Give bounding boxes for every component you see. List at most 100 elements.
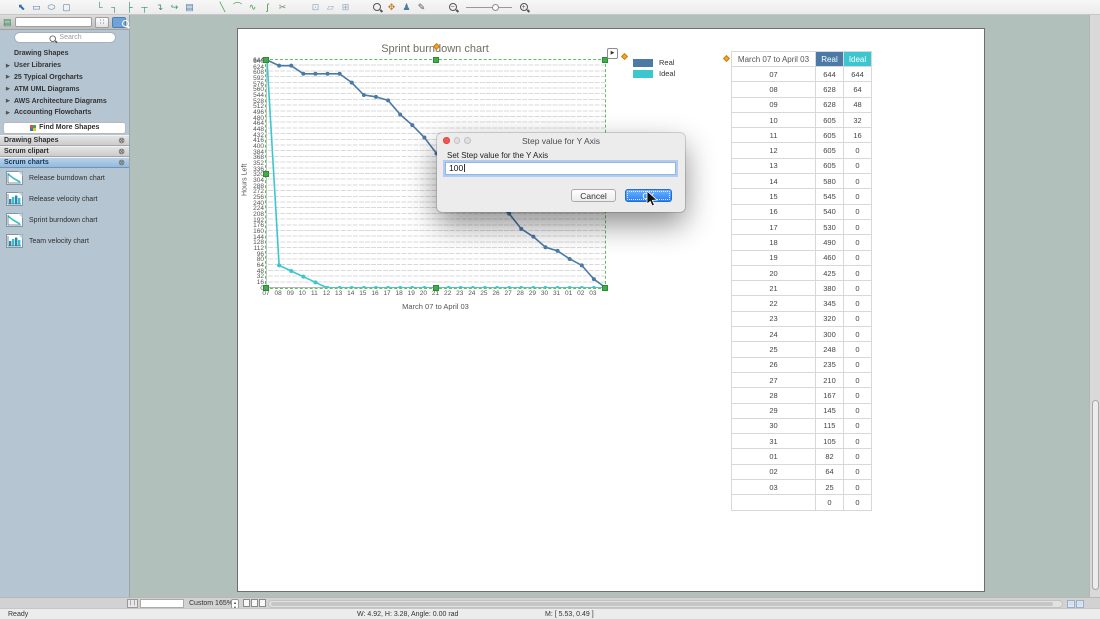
- table-row[interactable]: 03 25 0: [731, 479, 872, 496]
- skew-tool-icon[interactable]: ▱: [323, 1, 338, 14]
- scroll-right-button[interactable]: ∷: [1076, 599, 1084, 608]
- shape-item-release-velocity-chart[interactable]: Release velocity chart: [0, 189, 129, 210]
- library-title-field[interactable]: [14, 17, 92, 27]
- zoom-in-icon[interactable]: +: [518, 1, 531, 14]
- library-section-drawing-shapes[interactable]: Drawing Shapes ⊗: [0, 134, 129, 146]
- table-row[interactable]: 09 628 48: [731, 96, 872, 113]
- pencil-tool-icon[interactable]: ✎: [414, 1, 429, 14]
- zoom-tool-icon[interactable]: [371, 1, 384, 14]
- table-row[interactable]: 22 345 0: [731, 295, 872, 312]
- connector-elbow-icon[interactable]: ┐: [107, 1, 122, 14]
- table-row[interactable]: 15 545 0: [731, 188, 872, 205]
- table-row[interactable]: 16 540 0: [731, 203, 872, 220]
- close-section-icon[interactable]: ⊗: [118, 147, 125, 156]
- connector-tree-icon[interactable]: ├: [122, 1, 137, 14]
- table-row[interactable]: 25 248 0: [731, 341, 872, 358]
- select-tool-icon[interactable]: ⬉: [14, 1, 29, 14]
- close-section-icon[interactable]: ⊗: [118, 158, 125, 167]
- spline-tool-icon[interactable]: ∿: [245, 1, 260, 14]
- disclosure-triangle-icon[interactable]: ▶: [6, 110, 14, 116]
- legend-control-point[interactable]: [620, 52, 629, 61]
- table-row[interactable]: 12 605 0: [731, 142, 872, 159]
- library-tree-item[interactable]: ▶ AWS Architecture Diagrams: [0, 95, 129, 107]
- stamp-tool-icon[interactable]: ♟: [399, 1, 414, 14]
- table-row[interactable]: 18 490 0: [731, 234, 872, 251]
- trim-tool-icon[interactable]: ✂: [275, 1, 290, 14]
- pan-tool-icon[interactable]: ✥: [384, 1, 399, 14]
- disclosure-triangle-icon[interactable]: ▶: [6, 86, 14, 92]
- vertical-scrollbar-thumb[interactable]: [1091, 400, 1099, 590]
- dialog-minimize-button[interactable]: [453, 137, 460, 144]
- table-row[interactable]: 00: [731, 494, 872, 511]
- reshape-tool-icon[interactable]: ⊡: [308, 1, 323, 14]
- close-section-icon[interactable]: ⊗: [118, 136, 125, 145]
- library-grid-view-button[interactable]: ∷: [95, 16, 109, 28]
- smart-action-button[interactable]: ▶: [607, 48, 618, 59]
- cancel-button[interactable]: Cancel: [571, 189, 616, 202]
- rectangle-tool-icon[interactable]: ▭: [29, 1, 44, 14]
- group-tool-icon[interactable]: ⊞: [338, 1, 353, 14]
- page-thumbnails[interactable]: [243, 599, 266, 607]
- table-row[interactable]: 27 210 0: [731, 371, 872, 389]
- page-name-field[interactable]: [140, 599, 184, 608]
- disclosure-triangle-icon[interactable]: ▶: [6, 74, 14, 80]
- connector-curve-icon[interactable]: ↴: [152, 1, 167, 14]
- library-tree-item[interactable]: ▶ User Libraries: [0, 60, 129, 72]
- step-value-input[interactable]: 100: [445, 162, 676, 175]
- zoom-level[interactable]: Custom 165%: [189, 600, 233, 607]
- table-row[interactable]: 08 628 64: [731, 81, 872, 98]
- table-row[interactable]: 13 605 0: [731, 157, 872, 175]
- horizontal-scrollbar-thumb[interactable]: [271, 601, 1053, 606]
- vertical-scrollbar[interactable]: [1089, 15, 1100, 597]
- rounded-rectangle-tool-icon[interactable]: ▢: [59, 1, 74, 14]
- freehand-tool-icon[interactable]: ʃ: [260, 1, 275, 14]
- table-row[interactable]: 31 105 0: [731, 433, 872, 450]
- shape-item-team-velocity-chart[interactable]: Team velocity chart: [0, 231, 129, 252]
- pane-splitter-button[interactable]: ❘❘: [127, 599, 138, 608]
- search-input[interactable]: Search: [13, 32, 116, 43]
- table-row[interactable]: 24 300 0: [731, 326, 872, 343]
- table-row[interactable]: 17 530 0: [731, 218, 872, 236]
- table-row[interactable]: 23 320 0: [731, 310, 872, 328]
- disclosure-triangle-icon[interactable]: ▶: [6, 63, 14, 69]
- table-row[interactable]: 14 580 0: [731, 173, 872, 190]
- library-section-scrum-charts[interactable]: Scrum charts ⊗: [0, 156, 129, 168]
- arc-tool-icon[interactable]: ⌒: [230, 1, 245, 14]
- table-row[interactable]: 20 425 0: [731, 264, 872, 282]
- table-row[interactable]: 10 605 32: [731, 111, 872, 129]
- library-section-scrum-clipart[interactable]: Scrum clipart ⊗: [0, 145, 129, 157]
- library-tree-item[interactable]: ▶ Accounting Flowcharts: [0, 107, 129, 119]
- library-search-button[interactable]: [112, 16, 126, 28]
- ellipse-tool-icon[interactable]: ⬭: [44, 1, 59, 14]
- dialog-zoom-button[interactable]: [464, 137, 471, 144]
- zoom-slider[interactable]: [466, 1, 512, 14]
- shape-item-sprint-burndown-chart[interactable]: Sprint burndown chart: [0, 210, 129, 231]
- scroll-left-button[interactable]: ∷: [1067, 599, 1075, 608]
- table-control-point[interactable]: [722, 54, 731, 63]
- table-row[interactable]: 02 64 0: [731, 463, 872, 481]
- table-row[interactable]: 30 115 0: [731, 417, 872, 435]
- find-more-shapes-button[interactable]: Find More Shapes: [3, 121, 126, 134]
- table-row[interactable]: 07 644 644: [731, 65, 872, 83]
- zoom-stepper[interactable]: ▲ ▼: [231, 598, 239, 610]
- library-tree-item[interactable]: ▶ 25 Typical Orgcharts: [0, 72, 129, 84]
- table-row[interactable]: 29 145 0: [731, 402, 872, 419]
- table-row[interactable]: 28 167 0: [731, 387, 872, 404]
- table-row[interactable]: 26 235 0: [731, 356, 872, 373]
- connector-smart-icon[interactable]: ↪: [167, 1, 182, 14]
- horizontal-scrollbar[interactable]: [268, 599, 1063, 608]
- table-row[interactable]: 21 380 0: [731, 280, 872, 297]
- library-tree-item[interactable]: ▶ ATM UML Diagrams: [0, 83, 129, 95]
- table-row[interactable]: 11 605 16: [731, 127, 872, 144]
- zoom-out-icon[interactable]: −: [447, 1, 460, 14]
- table-row[interactable]: 19 460 0: [731, 249, 872, 266]
- line-tool-icon[interactable]: ╲: [215, 1, 230, 14]
- document-tool-icon[interactable]: ▤: [182, 1, 197, 14]
- table-row[interactable]: 01 82 0: [731, 448, 872, 465]
- connector-branch-icon[interactable]: ┬: [137, 1, 152, 14]
- connector-straight-icon[interactable]: └: [92, 1, 107, 14]
- dialog-close-button[interactable]: [443, 137, 450, 144]
- shape-item-release-burndown-chart[interactable]: Release burndown chart: [0, 168, 129, 189]
- disclosure-triangle-icon[interactable]: ▶: [6, 98, 14, 104]
- library-tree-item[interactable]: Drawing Shapes: [0, 48, 129, 60]
